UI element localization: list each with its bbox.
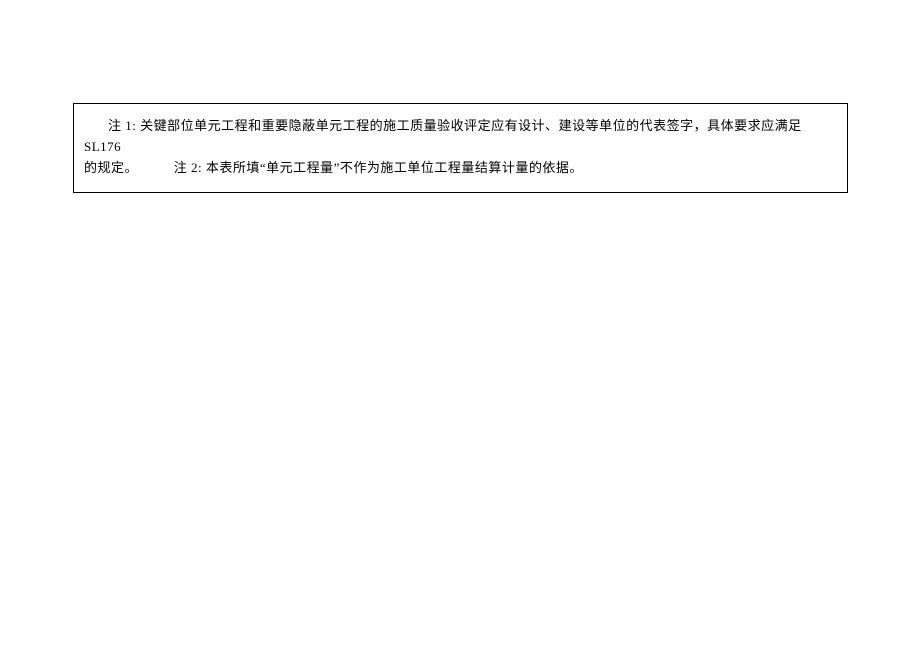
notes-content: 注 1: 关键部位单元工程和重要隐蔽单元工程的施工质量验收评定应有设计、建设等单…: [84, 116, 837, 178]
note1-text-line2: 的规定。: [84, 160, 138, 175]
note1-text-line1: 关键部位单元工程和重要隐蔽单元工程的施工质量验收评定应有设计、建设等单位的代表签…: [84, 118, 802, 154]
note1-label: 注 1:: [108, 118, 136, 133]
note2-text: 本表所填“单元工程量”不作为施工单位工程量结算计量的依据。: [206, 160, 583, 175]
notes-box: 注 1: 关键部位单元工程和重要隐蔽单元工程的施工质量验收评定应有设计、建设等单…: [73, 103, 848, 193]
note2-label: 注 2:: [174, 160, 202, 175]
